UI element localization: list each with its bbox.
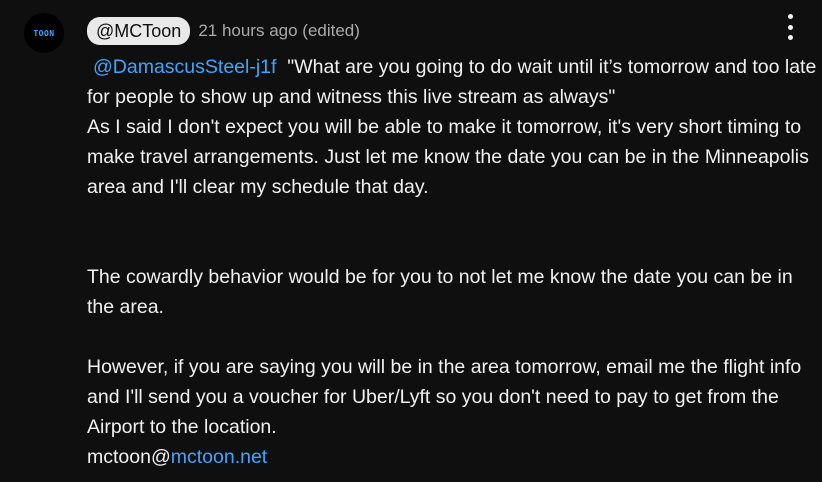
avatar-logo-text: TOON xyxy=(33,28,55,38)
quote-paragraph: @DamascusSteel-j1f "What are you going t… xyxy=(87,52,817,112)
comment-paragraph-2: The cowardly behavior would be for you t… xyxy=(87,266,793,318)
vertical-ellipsis-icon[interactable] xyxy=(780,12,800,42)
comment-timestamp[interactable]: 21 hours ago (edited) xyxy=(198,21,360,41)
comment-header: @MCToon 21 hours ago (edited) xyxy=(87,15,360,47)
email-domain-link[interactable]: mctoon.net xyxy=(171,446,267,468)
comment-paragraph-1: As I said I don't expect you will be abl… xyxy=(87,116,809,198)
mention-link[interactable]: @DamascusSteel-j1f xyxy=(93,56,276,78)
author-name-link[interactable]: @MCToon xyxy=(87,17,191,45)
avatar[interactable]: TOON xyxy=(24,13,64,53)
menu-dot xyxy=(787,24,793,30)
menu-dot xyxy=(787,14,793,19)
email-line: mctoon@mctoon.net xyxy=(87,442,817,472)
email-prefix: mctoon@ xyxy=(87,446,171,468)
comment-body: @DamascusSteel-j1f "What are you going t… xyxy=(87,52,817,472)
menu-dot xyxy=(787,35,793,40)
comment-paragraph-3: However, if you are saying you will be i… xyxy=(87,356,802,438)
